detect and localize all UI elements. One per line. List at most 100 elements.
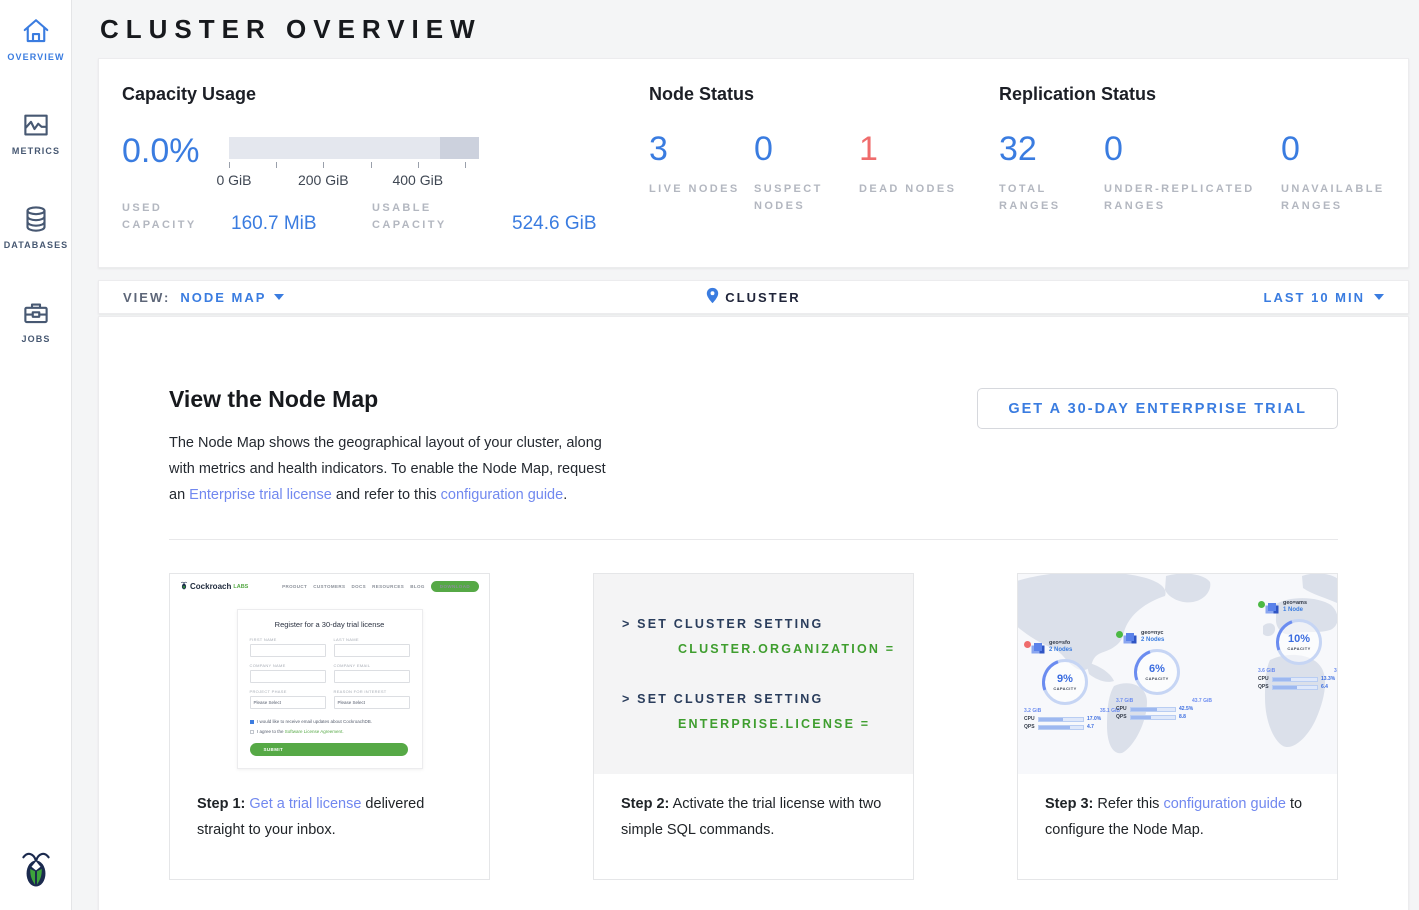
gauge-tick-label: 400 GiB <box>392 172 443 188</box>
mini-field-label: LAST NAME <box>334 637 410 642</box>
time-range-dropdown[interactable]: LAST 10 MIN <box>1264 290 1384 305</box>
configuration-guide-link[interactable]: configuration guide <box>441 487 564 503</box>
sidebar-item-label: METRICS <box>0 146 72 156</box>
step3-caption: Step 3: Refer this configuration guide t… <box>1018 774 1337 843</box>
used-capacity-label: USED CAPACITY <box>122 200 222 234</box>
locality-name: geo=nyc <box>1141 630 1164 636</box>
status-dot-red <box>1024 641 1031 648</box>
under-replicated-ranges-stat: 0 UNDER-REPLICATED RANGES <box>1104 132 1281 215</box>
mini-field-input <box>334 644 410 657</box>
sidebar-item-metrics[interactable]: METRICS <box>0 94 72 166</box>
mini-field-select: Please Select <box>334 696 410 709</box>
mini-field-label: COMPANY NAME <box>250 663 326 668</box>
capacity-gauge: 0 GiB 200 GiB 400 GiB <box>229 137 479 186</box>
view-selector-dropdown[interactable]: NODE MAP <box>180 290 284 305</box>
capacity-ring: 9% CAPACITY <box>1042 659 1088 705</box>
total-ranges-value: 32 <box>999 132 1104 166</box>
capacity-usage-section: Capacity Usage 0.0% 0 GiB 200 GiB 400 Gi… <box>122 84 649 267</box>
databases-icon <box>0 204 72 234</box>
jobs-icon <box>0 298 72 328</box>
status-dot-green <box>1116 631 1123 638</box>
mini-brand: Cockroach <box>190 582 231 591</box>
node-status-section: Node Status 3 LIVE NODES 0 SUSPECT NODES… <box>649 84 999 267</box>
nodes-cube-icon <box>1268 603 1276 611</box>
live-nodes-label: LIVE NODES <box>649 181 754 198</box>
capacity-used-percent: 0.0% <box>122 134 229 168</box>
node-map-panel: View the Node Map The Node Map shows the… <box>98 316 1409 910</box>
divider <box>169 539 1338 540</box>
enterprise-trial-license-link[interactable]: Enterprise trial license <box>189 487 332 503</box>
live-nodes-value: 3 <box>649 132 754 166</box>
map-locality-nyc: geo=nyc 2 Nodes 6% CAPACITY 3.7 GiB43.7 … <box>1116 630 1212 720</box>
cockroach-bug-icon <box>180 581 188 592</box>
replication-status-title: Replication Status <box>999 84 1386 105</box>
mini-field-input <box>250 644 326 657</box>
mini-field-label: REASON FOR INTEREST <box>334 689 410 694</box>
sql-command: > SET CLUSTER SETTING <box>622 617 913 631</box>
mini-field-label: PROJECT PHASE <box>250 689 326 694</box>
step2-card: > SET CLUSTER SETTING CLUSTER.ORGANIZATI… <box>593 573 914 880</box>
usable-capacity-label: USABLE CAPACITY <box>372 200 482 234</box>
suspect-nodes-stat: 0 SUSPECT NODES <box>754 132 859 215</box>
configuration-guide-link[interactable]: configuration guide <box>1163 796 1286 812</box>
sidebar-item-label: DATABASES <box>0 240 72 250</box>
sidebar-item-label: JOBS <box>0 334 72 344</box>
status-dot-green <box>1258 601 1265 608</box>
locality-node-count: 2 Nodes <box>1049 647 1072 653</box>
mini-field-label: FIRST NAME <box>250 637 326 642</box>
nodes-cube-icon <box>1126 633 1134 641</box>
locality-node-count: 2 Nodes <box>1141 637 1164 643</box>
suspect-nodes-label: SUSPECT NODES <box>754 181 859 215</box>
live-nodes-stat: 3 LIVE NODES <box>649 132 754 215</box>
suspect-nodes-value: 0 <box>754 132 859 166</box>
step1-caption: Step 1: Get a trial license delivered st… <box>170 774 489 843</box>
locality-name: geo=sfo <box>1049 640 1072 646</box>
page-title: CLUSTER OVERVIEW <box>100 14 1409 45</box>
step1-card: Cockroach LABS PRODUCT CUSTOMERS DOCS RE… <box>169 573 490 880</box>
metrics-icon <box>0 110 72 140</box>
node-status-title: Node Status <box>649 84 999 105</box>
cockroachdb-logo <box>0 849 72 894</box>
dead-nodes-value: 1 <box>859 132 964 166</box>
get-enterprise-trial-button[interactable]: GET A 30-DAY ENTERPRISE TRIAL <box>977 388 1338 429</box>
home-icon <box>0 16 72 46</box>
sidebar-item-overview[interactable]: OVERVIEW <box>0 0 72 72</box>
cluster-summary-panel: Capacity Usage 0.0% 0 GiB 200 GiB 400 Gi… <box>98 58 1409 268</box>
trial-signup-screenshot: Cockroach LABS PRODUCT CUSTOMERS DOCS RE… <box>170 574 489 774</box>
mini-field-label: COMPANY EMAIL <box>334 663 410 668</box>
nodes-cube-icon <box>1034 643 1042 651</box>
unavailable-ranges-label: UNAVAILABLE RANGES <box>1281 181 1386 215</box>
sidebar-item-jobs[interactable]: JOBS <box>0 282 72 354</box>
mini-checkbox-unchecked <box>250 730 255 735</box>
unavailable-ranges-stat: 0 UNAVAILABLE RANGES <box>1281 132 1386 215</box>
capacity-ring: 10% CAPACITY <box>1276 619 1322 665</box>
locality-name: geo=ams <box>1283 600 1307 606</box>
chevron-down-icon <box>1374 294 1384 300</box>
dead-nodes-label: DEAD NODES <box>859 181 964 198</box>
mini-checkbox-checked <box>250 720 255 725</box>
mini-field-input <box>250 670 326 683</box>
mini-checkbox-label: I agree to the Software License Agreemen… <box>257 729 344 735</box>
mini-checkbox-label: I would like to receive email updates ab… <box>257 719 372 725</box>
location-pin-icon <box>706 287 719 307</box>
node-map-preview: geo=sfo 2 Nodes 9% CAPACITY 3.2 GiB35.1 … <box>1018 574 1337 774</box>
gauge-tick-label: 0 GiB <box>216 172 251 188</box>
under-replicated-ranges-label: UNDER-REPLICATED RANGES <box>1104 181 1281 215</box>
sql-command: > SET CLUSTER SETTING <box>622 692 913 706</box>
mini-nav-item: RESOURCES <box>372 584 404 589</box>
map-locality-sfo: geo=sfo 2 Nodes 9% CAPACITY 3.2 GiB35.1 … <box>1024 640 1120 730</box>
mini-download-button: DOWNLOAD <box>431 581 479 592</box>
mini-trial-form: Register for a 30-day trial license FIRS… <box>237 609 423 769</box>
used-capacity-value: 160.7 MiB <box>231 214 347 234</box>
unavailable-ranges-value: 0 <box>1281 132 1386 166</box>
view-bar: VIEW: NODE MAP CLUSTER LAST 10 MIN <box>98 280 1409 314</box>
sidebar: OVERVIEW METRICS DATABASES <box>0 0 72 910</box>
gauge-tick-label: 200 GiB <box>298 172 349 188</box>
map-locality-ams: geo=ams 1 Node 10% CAPACITY 3.6 GiB36.4 … <box>1258 600 1337 690</box>
mini-nav-item: BLOG <box>410 584 425 589</box>
sidebar-item-databases[interactable]: DATABASES <box>0 188 72 260</box>
step2-caption: Step 2: Activate the trial license with … <box>594 774 913 843</box>
get-trial-license-link[interactable]: Get a trial license <box>249 796 361 812</box>
chevron-down-icon <box>274 294 284 300</box>
mini-submit-button: SUBMIT <box>250 743 408 756</box>
